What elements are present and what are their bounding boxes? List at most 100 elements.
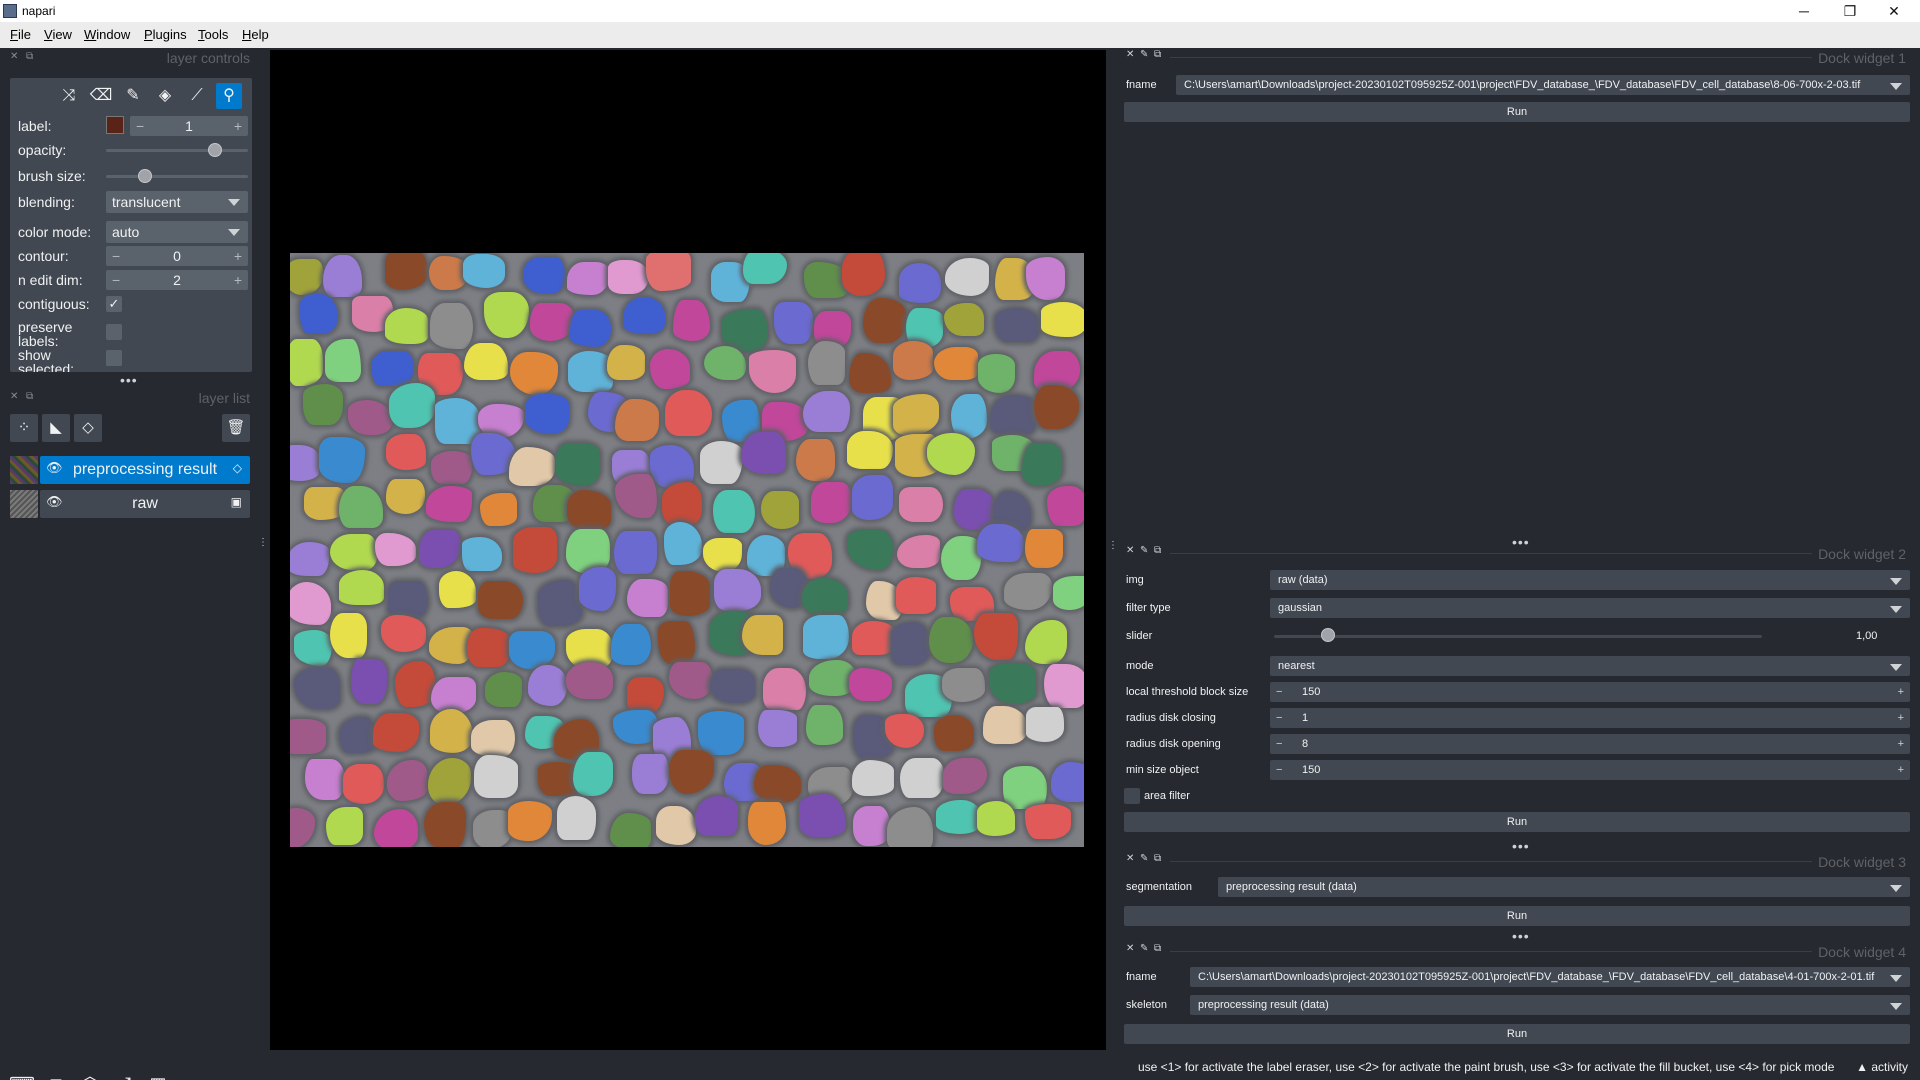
layer-name[interactable]: raw: [40, 495, 250, 513]
menu-window[interactable]: Window: [84, 27, 130, 42]
console-icon[interactable]: ⌨: [8, 1070, 36, 1080]
fill-bucket-icon[interactable]: ◈: [152, 83, 178, 109]
local-threshold-block-size-spinbox[interactable]: − 150 +: [1270, 682, 1910, 702]
color-mode-select[interactable]: auto: [106, 221, 248, 243]
opacity-slider-handle[interactable]: [208, 143, 223, 157]
pin-dock-icon[interactable]: ✎: [1140, 853, 1148, 864]
increment-icon[interactable]: +: [1898, 734, 1904, 754]
pin-dock-icon[interactable]: ✎: [1140, 545, 1148, 556]
blending-select[interactable]: translucent: [106, 191, 248, 213]
menu-view[interactable]: View: [44, 27, 72, 42]
fname-file-select[interactable]: C:\Users\amart\Downloads\project-2023010…: [1190, 967, 1910, 987]
close-dock-icon[interactable]: ✕: [10, 51, 18, 62]
menu-plugins[interactable]: Plugins: [144, 27, 187, 42]
zoom-icon[interactable]: ⚲: [216, 83, 242, 109]
increment-icon[interactable]: +: [1898, 682, 1904, 702]
increment-icon[interactable]: +: [1898, 760, 1904, 780]
segmentation-image[interactable]: [290, 253, 1084, 847]
layer-row-preprocessing-result[interactable]: 👁 preprocessing result ◇: [10, 456, 252, 484]
eraser-icon[interactable]: ⌫: [88, 83, 114, 109]
filter-slider[interactable]: [1274, 635, 1762, 638]
filter-slider-handle[interactable]: [1321, 628, 1336, 642]
minimize-button[interactable]: ─: [1782, 0, 1826, 22]
menu-help[interactable]: Help: [242, 27, 269, 42]
area-filter-checkbox[interactable]: [1124, 788, 1140, 804]
radius-disk-opening-spinbox[interactable]: − 8 +: [1270, 734, 1910, 754]
fname-file-select[interactable]: C:\Users\amart\Downloads\project-2023010…: [1176, 75, 1910, 95]
label-color-swatch[interactable]: [106, 116, 124, 134]
restore-button[interactable]: ❐: [1828, 0, 1872, 22]
splitter-handle-icon[interactable]: •••: [1512, 928, 1530, 944]
dock4-run-button[interactable]: Run: [1124, 1024, 1910, 1044]
img-select[interactable]: raw (data): [1270, 570, 1910, 590]
segmented-cell: [463, 253, 505, 288]
increment-icon[interactable]: +: [234, 270, 242, 290]
menu-tools[interactable]: Tools: [198, 27, 228, 42]
float-dock-icon[interactable]: ⧉: [26, 51, 33, 62]
new-points-layer-button[interactable]: ⁘: [10, 414, 38, 442]
contour-spinbox[interactable]: − 0 +: [106, 246, 248, 266]
new-shapes-layer-button[interactable]: ◣: [42, 414, 70, 442]
segmented-cell: [851, 474, 893, 520]
layer-body[interactable]: 👁 preprocessing result ◇: [40, 456, 250, 484]
filter-type-select[interactable]: gaussian: [1270, 598, 1910, 618]
close-dock-icon[interactable]: ✕: [1126, 545, 1134, 556]
min-size-object-spinbox[interactable]: − 150 +: [1270, 760, 1910, 780]
close-dock-icon[interactable]: ✕: [1126, 49, 1134, 60]
dock3-run-button[interactable]: Run: [1124, 906, 1910, 926]
paint-brush-icon[interactable]: ✎: [120, 83, 146, 109]
segmented-cell: [796, 438, 835, 482]
decrement-icon[interactable]: −: [1276, 734, 1282, 754]
radius-disk-closing-spinbox[interactable]: − 1 +: [1270, 708, 1910, 728]
pin-dock-icon[interactable]: ✎: [1140, 49, 1148, 60]
brush-size-slider-handle[interactable]: [138, 169, 152, 183]
home-icon[interactable]: ⌂: [178, 1070, 206, 1080]
preserve-labels-checkbox[interactable]: [106, 324, 122, 340]
grid-icon[interactable]: ▦: [144, 1070, 172, 1080]
delete-layer-button[interactable]: 🗑: [222, 414, 250, 442]
decrement-icon[interactable]: −: [1276, 760, 1282, 780]
dock2-run-button[interactable]: Run: [1124, 812, 1910, 832]
splitter-handle-icon[interactable]: •••: [120, 372, 138, 388]
contiguous-checkbox[interactable]: ✓: [106, 296, 122, 312]
left-splitter-icon[interactable]: ⋮: [258, 538, 268, 548]
viewer-canvas[interactable]: [270, 50, 1106, 1050]
shuffle-icon[interactable]: ⤨: [56, 83, 82, 109]
pin-dock-icon[interactable]: ✎: [1140, 943, 1148, 954]
layer-body[interactable]: 👁 raw ▣: [40, 490, 250, 518]
mode-select[interactable]: nearest: [1270, 656, 1910, 676]
float-dock-icon[interactable]: ⧉: [1154, 49, 1161, 60]
close-dock-icon[interactable]: ✕: [1126, 853, 1134, 864]
splitter-handle-icon[interactable]: •••: [1512, 838, 1530, 854]
roll-dims-icon[interactable]: ⬡: [76, 1070, 104, 1080]
new-labels-layer-button[interactable]: ◇: [74, 414, 102, 442]
activity-button[interactable]: ▲ activity: [1856, 1060, 1908, 1074]
decrement-icon[interactable]: −: [1276, 708, 1282, 728]
transpose-icon[interactable]: ⤢: [110, 1070, 138, 1080]
close-button[interactable]: ✕: [1872, 0, 1916, 22]
increment-icon[interactable]: +: [234, 116, 242, 136]
segmented-cell: [508, 631, 556, 670]
label-spinbox[interactable]: − 1 +: [130, 116, 248, 136]
float-dock-icon[interactable]: ⧉: [1154, 853, 1161, 864]
layer-row-raw[interactable]: 👁 raw ▣: [10, 490, 252, 518]
brush-size-slider[interactable]: [106, 175, 248, 178]
napari-app-icon: [3, 4, 17, 18]
increment-icon[interactable]: +: [1898, 708, 1904, 728]
layer-name[interactable]: preprocessing result: [40, 461, 250, 479]
segmented-cell: [942, 667, 986, 703]
show-selected-checkbox[interactable]: [106, 350, 122, 366]
dock1-run-button[interactable]: Run: [1124, 102, 1910, 122]
2d-3d-toggle-icon[interactable]: □: [42, 1070, 70, 1080]
skeleton-select[interactable]: preprocessing result (data): [1190, 995, 1910, 1015]
segmentation-select[interactable]: preprocessing result (data): [1218, 877, 1910, 897]
n-edit-dim-spinbox[interactable]: − 2 +: [106, 270, 248, 290]
close-dock-icon[interactable]: ✕: [1126, 943, 1134, 954]
float-dock-icon[interactable]: ⧉: [1154, 545, 1161, 556]
menu-file[interactable]: File: [10, 27, 31, 42]
increment-icon[interactable]: +: [234, 246, 242, 266]
color-picker-icon[interactable]: ⟋: [184, 83, 210, 109]
decrement-icon[interactable]: −: [1276, 682, 1282, 702]
opacity-slider[interactable]: [106, 149, 248, 152]
float-dock-icon[interactable]: ⧉: [1154, 943, 1161, 954]
